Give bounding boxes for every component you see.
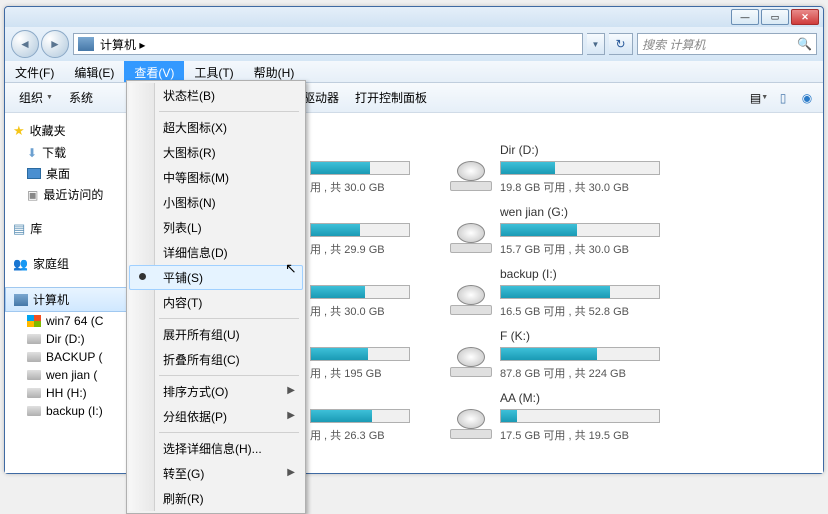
menu-item[interactable]: 转至(G)▶	[129, 461, 303, 486]
sidebar-libraries[interactable]: ▤库	[5, 217, 129, 240]
view-mode-button[interactable]: ▤▼	[751, 90, 767, 106]
drive-icon	[450, 285, 492, 315]
recent-icon: ▣	[27, 188, 38, 202]
maximize-button[interactable]: ▭	[761, 9, 789, 25]
menu-item[interactable]: 分组依据(P)▶	[129, 404, 303, 429]
star-icon: ★	[13, 123, 25, 139]
computer-icon	[14, 294, 28, 306]
sidebar: ★收藏夹 ⬇下载 桌面 ▣最近访问的 ▤库 👥家庭组 计算机 win7 64 (…	[5, 113, 130, 473]
computer-icon	[78, 37, 94, 51]
menu-help[interactable]: 帮助(H)	[244, 61, 305, 82]
address-bar[interactable]: 计算机 ▸	[73, 33, 583, 55]
sidebar-drive-hh[interactable]: HH (H:)	[5, 384, 129, 402]
search-placeholder: 搜索 计算机	[642, 36, 705, 53]
close-button[interactable]: ✕	[791, 9, 819, 25]
help-button[interactable]: ◉	[799, 90, 815, 106]
address-dropdown[interactable]: ▼	[587, 33, 605, 55]
toolbar-system[interactable]: 系统	[63, 85, 99, 110]
menu-item[interactable]: 折叠所有组(C)	[129, 347, 303, 372]
sidebar-item-desktop[interactable]: 桌面	[5, 163, 129, 184]
sidebar-homegroup[interactable]: 👥家庭组	[5, 252, 129, 275]
drive-icon	[27, 406, 41, 416]
drive-icon	[450, 347, 492, 377]
menu-item[interactable]: 展开所有组(U)	[129, 322, 303, 347]
menu-edit[interactable]: 编辑(E)	[64, 61, 124, 82]
minimize-button[interactable]: —	[731, 9, 759, 25]
menu-item[interactable]: 详细信息(D)	[129, 240, 303, 265]
preview-pane-button[interactable]: ▯	[775, 90, 791, 106]
menu-tools[interactable]: 工具(T)	[184, 61, 243, 82]
menu-item[interactable]: 选择详细信息(H)...	[129, 436, 303, 461]
sidebar-drive-c[interactable]: win7 64 (C	[5, 312, 129, 330]
refresh-button[interactable]: ↻	[609, 33, 633, 55]
sidebar-drive-wenjian[interactable]: wen jian (	[5, 366, 129, 384]
toolbar-control-panel[interactable]: 打开控制面板	[349, 85, 433, 110]
menu-item[interactable]: 排序方式(O)▶	[129, 379, 303, 404]
drive-icon	[450, 409, 492, 439]
forward-button[interactable]: ►	[41, 30, 69, 58]
menu-file[interactable]: 文件(F)	[5, 61, 64, 82]
search-input[interactable]: 搜索 计算机 🔍	[637, 33, 817, 55]
desktop-icon	[27, 168, 41, 179]
sidebar-drive-backup-i[interactable]: backup (I:)	[5, 402, 129, 420]
sidebar-drive-backup[interactable]: BACKUP (	[5, 348, 129, 366]
drive-icon	[27, 334, 41, 344]
toolbar-organize[interactable]: 组织▼	[13, 85, 59, 110]
menu-item[interactable]: 列表(L)	[129, 215, 303, 240]
search-icon: 🔍	[797, 37, 812, 51]
drive-icon	[450, 161, 492, 191]
libraries-icon: ▤	[13, 221, 25, 237]
windows-icon	[27, 315, 41, 327]
back-button[interactable]: ◄	[11, 30, 39, 58]
sidebar-item-recent[interactable]: ▣最近访问的	[5, 184, 129, 205]
view-dropdown-menu: 状态栏(B) 超大图标(X)大图标(R)中等图标(M)小图标(N)列表(L)详细信…	[126, 80, 306, 514]
menu-view[interactable]: 查看(V)	[124, 61, 184, 82]
menu-item[interactable]: 刷新(R)	[129, 486, 303, 511]
drive-icon	[27, 388, 41, 398]
address-row: ◄ ► 计算机 ▸ ▼ ↻ 搜索 计算机 🔍	[5, 27, 823, 61]
drive-icon	[27, 370, 41, 380]
titlebar: — ▭ ✕	[5, 7, 823, 27]
sidebar-drive-d[interactable]: Dir (D:)	[5, 330, 129, 348]
cursor-icon: ↖	[285, 260, 297, 277]
menu-item[interactable]: 平铺(S)	[129, 265, 303, 290]
sidebar-computer[interactable]: 计算机	[5, 287, 129, 312]
download-icon: ⬇	[27, 146, 37, 160]
drive-icon	[450, 223, 492, 253]
menu-item[interactable]: 内容(T)	[129, 290, 303, 315]
homegroup-icon: 👥	[13, 257, 28, 271]
menu-item[interactable]: 状态栏(B)	[129, 83, 303, 108]
drive-icon	[27, 352, 41, 362]
menu-item[interactable]: 小图标(N)	[129, 190, 303, 215]
sidebar-favorites[interactable]: ★收藏夹	[5, 119, 129, 142]
menu-item[interactable]: 超大图标(X)	[129, 115, 303, 140]
menu-item[interactable]: 中等图标(M)	[129, 165, 303, 190]
sidebar-item-downloads[interactable]: ⬇下载	[5, 142, 129, 163]
menu-item[interactable]: 大图标(R)	[129, 140, 303, 165]
address-text: 计算机 ▸	[100, 36, 145, 53]
